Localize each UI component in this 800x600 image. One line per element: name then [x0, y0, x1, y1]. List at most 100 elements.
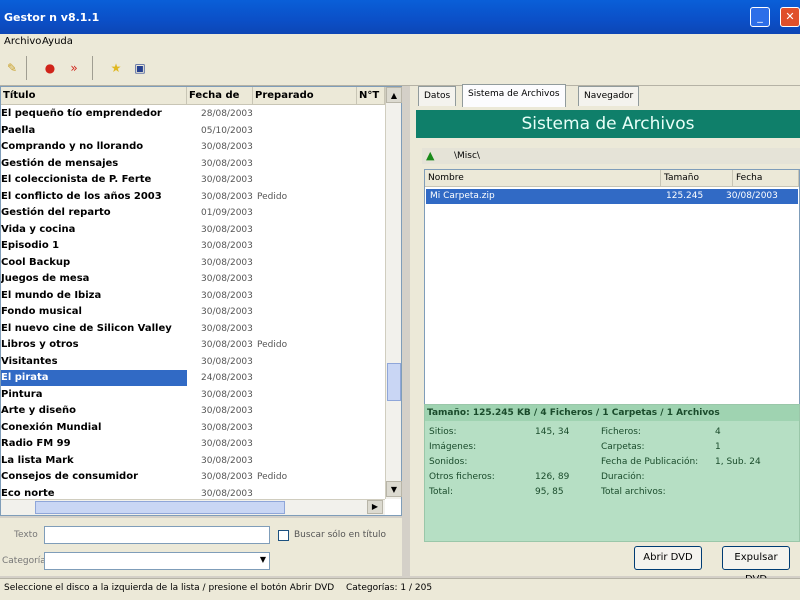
- item-title: El mundo de Ibiza: [1, 289, 102, 301]
- column-date[interactable]: Fecha de: [187, 87, 253, 105]
- list-item[interactable]: Vida y cocina 30/08/2003: [1, 222, 385, 238]
- path-bar: ▲ \Misc\: [422, 148, 800, 164]
- item-title: El pequeño tío emprendedor: [1, 108, 162, 119]
- detail-panel: Datos Sistema de Archivos Navegador Sist…: [410, 84, 800, 585]
- title-only-label: Buscar sólo en título: [294, 530, 387, 540]
- list-item[interactable]: El pequeño tío emprendedor 28/08/2003: [1, 106, 385, 122]
- toolbar: ✎ ● » ★ ▣: [0, 50, 800, 86]
- info-key: Duración:: [601, 472, 645, 482]
- new-button[interactable]: ✎: [2, 58, 22, 78]
- text-search-input[interactable]: [44, 526, 270, 544]
- item-date: 30/08/2003: [201, 406, 253, 416]
- summary-header-text: Tamaño: 125.245 KB / 4 Ficheros / 1 Carp…: [427, 408, 720, 418]
- item-title: El conflicto de los años 2003: [1, 190, 162, 202]
- list-item[interactable]: Libros y otros 30/08/2003 Pedido: [1, 337, 385, 353]
- folder-up-icon[interactable]: ▲: [426, 150, 436, 162]
- minimize-button[interactable]: _: [750, 7, 770, 27]
- info-value: 145, 34: [535, 427, 570, 437]
- list-item[interactable]: El pirata 24/08/2003: [1, 370, 385, 386]
- vertical-scrollbar[interactable]: ▲ ▼: [385, 87, 402, 499]
- stop-button[interactable]: ●: [40, 58, 60, 78]
- item-prepared: Pedido: [257, 472, 288, 482]
- status-message: Seleccione el disco a la izquierda de la…: [4, 583, 334, 593]
- arrow-right-icon: ▶: [371, 502, 379, 511]
- list-item[interactable]: Fondo musical 30/08/2003: [1, 304, 385, 320]
- item-title: La lista Mark: [1, 454, 74, 466]
- list-item[interactable]: La lista Mark 30/08/2003: [1, 453, 385, 469]
- list-item[interactable]: El nuevo cine de Silicon Valley 30/08/200…: [1, 321, 385, 337]
- menu-archivo[interactable]: Archivo: [4, 36, 41, 47]
- info-key: Total:: [429, 487, 454, 497]
- info-key: Ficheros:: [601, 427, 641, 437]
- close-icon: ✕: [785, 10, 795, 23]
- scroll-down-button[interactable]: ▼: [386, 481, 402, 497]
- item-date: 30/08/2003: [201, 175, 253, 185]
- item-date: 30/08/2003: [201, 323, 253, 334]
- section-banner: Sistema de Archivos: [416, 110, 800, 138]
- item-title: Fondo musical: [1, 306, 82, 317]
- list-item[interactable]: Pintura 30/08/2003: [1, 387, 385, 403]
- info-key: Sonidos:: [429, 457, 468, 467]
- list-item[interactable]: El mundo de Ibiza 30/08/2003: [1, 288, 385, 304]
- item-date: 28/08/2003: [201, 109, 253, 119]
- open-dvd-button[interactable]: Abrir DVD: [634, 546, 702, 570]
- item-date: 30/08/2003: [201, 340, 253, 350]
- scroll-up-button[interactable]: ▲: [386, 87, 402, 103]
- column-title[interactable]: Título: [1, 87, 187, 105]
- info-key: Otros ficheros:: [429, 472, 495, 482]
- column-prepared[interactable]: Preparado: [253, 87, 357, 105]
- status-bar: Seleccione el disco a la izquierda de la…: [0, 578, 800, 600]
- item-title: Consejos de consumidor: [1, 471, 139, 482]
- list-item[interactable]: Juegos de mesa 30/08/2003: [1, 271, 385, 287]
- save-button[interactable]: ▣: [130, 58, 150, 78]
- summary-info: Tamaño: 125.245 KB / 4 Ficheros / 1 Carp…: [424, 404, 800, 542]
- column-number[interactable]: N°T: [357, 87, 385, 105]
- close-button[interactable]: ✕: [780, 7, 800, 27]
- list-item[interactable]: Conexión Mundial 30/08/2003: [1, 420, 385, 436]
- menu-ayuda[interactable]: Ayuda: [42, 36, 73, 47]
- tab-datos[interactable]: Datos: [418, 86, 457, 106]
- list-item[interactable]: Visitantes 30/08/2003: [1, 354, 385, 370]
- file-size: 125.245: [666, 191, 704, 201]
- item-title: Gestión del reparto: [1, 207, 111, 218]
- menu-bar: Archivo Ayuda: [0, 34, 800, 50]
- list-item[interactable]: Radio FM 99 30/08/2003: [1, 436, 385, 452]
- list-item[interactable]: Gestión del reparto 01/09/2003: [1, 205, 385, 221]
- eject-dvd-button[interactable]: Expulsar DVD: [722, 546, 790, 585]
- list-item[interactable]: Consejos de consumidor 30/08/2003 Pedido: [1, 469, 385, 485]
- category-label: Categoría: [2, 556, 46, 566]
- scroll-right-button[interactable]: ▶: [367, 500, 383, 514]
- list-item[interactable]: Paella 05/10/2003: [1, 123, 385, 139]
- info-key: Fecha de Publicación:: [601, 457, 699, 467]
- list-item[interactable]: Gestión de mensajes 30/08/2003: [1, 156, 385, 172]
- list-item[interactable]: Arte y diseño 30/08/2003: [1, 403, 385, 419]
- item-date: 30/08/2003: [201, 158, 253, 169]
- column-file-size[interactable]: Tamaño: [661, 170, 733, 187]
- title-only-checkbox[interactable]: [278, 530, 289, 541]
- fast-forward-button[interactable]: »: [64, 58, 84, 78]
- scroll-thumb[interactable]: [387, 363, 401, 401]
- tab-sistema-archivos[interactable]: Sistema de Archivos: [462, 84, 566, 107]
- toolbar-separator: [26, 56, 27, 80]
- category-select[interactable]: ▼: [44, 552, 270, 570]
- tab-navegador[interactable]: Navegador: [578, 86, 640, 106]
- item-title: Libros y otros: [1, 339, 79, 350]
- item-date: 30/08/2003: [201, 274, 253, 284]
- item-date: 01/09/2003: [201, 208, 253, 218]
- file-row[interactable]: Mi Carpeta.zip 125.245 30/08/2003 10:20: [426, 189, 798, 216]
- horizontal-scrollbar[interactable]: ▶: [1, 499, 385, 515]
- chevron-down-icon[interactable]: ▼: [260, 555, 266, 564]
- list-item[interactable]: El conflicto de los años 2003 30/08/2003 P…: [1, 189, 385, 205]
- hscroll-thumb[interactable]: [35, 501, 285, 514]
- list-item[interactable]: Comprando y no llorando 30/08/2003: [1, 139, 385, 155]
- summary-header: Tamaño: 125.245 KB / 4 Ficheros / 1 Carp…: [425, 405, 799, 421]
- column-file-date[interactable]: Fecha: [733, 170, 799, 187]
- info-value: 1: [715, 442, 721, 452]
- list-item[interactable]: Cool Backup 30/08/2003: [1, 255, 385, 271]
- column-file-name[interactable]: Nombre: [425, 170, 661, 187]
- item-title: Radio FM 99: [1, 438, 71, 449]
- star-button[interactable]: ★: [106, 58, 126, 78]
- list-item[interactable]: Episodio 1 30/08/2003: [1, 238, 385, 254]
- item-date: 24/08/2003: [201, 373, 253, 383]
- list-item[interactable]: El coleccionista de P. Ferte 30/08/2003: [1, 172, 385, 188]
